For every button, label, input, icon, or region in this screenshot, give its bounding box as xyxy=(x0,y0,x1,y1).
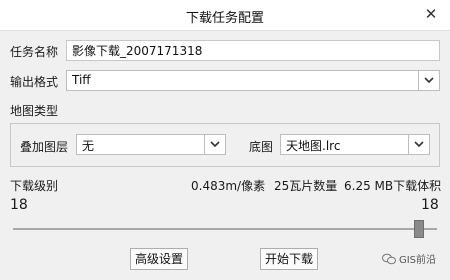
combo-separator xyxy=(204,135,205,154)
start-download-button[interactable]: 开始下载 xyxy=(260,248,318,270)
close-icon[interactable]: ✕ xyxy=(422,5,440,23)
overlay-layer-value: 无 xyxy=(82,139,95,153)
combo-separator xyxy=(408,135,409,154)
download-level-label: 下载级别 xyxy=(10,179,59,193)
base-map-select[interactable]: 天地图.lrc xyxy=(280,134,430,155)
level-slider-track[interactable] xyxy=(13,228,437,230)
base-map-label: 底图 xyxy=(249,140,274,154)
base-map-value: 天地图.lrc xyxy=(286,139,341,153)
watermark-text: GIS前沿 xyxy=(398,255,436,266)
output-format-value: Tiff xyxy=(72,73,91,87)
dialog-title: 下载任务配置 xyxy=(185,11,264,26)
chevron-down-icon[interactable] xyxy=(412,137,426,151)
download-task-dialog: 下载任务配置 ✕ 任务名称 输出格式 Tiff 地图类型 叠加图层 无 底图 天… xyxy=(0,0,450,280)
map-type-section-label: 地图类型 xyxy=(10,104,59,118)
title-bar: 下载任务配置 ✕ xyxy=(0,0,450,31)
overlay-layer-label: 叠加图层 xyxy=(20,140,69,154)
level-max-value: 18 xyxy=(421,197,439,213)
watermark: GIS前沿 xyxy=(381,251,436,266)
task-name-input[interactable] xyxy=(66,40,440,61)
chevron-down-icon[interactable] xyxy=(208,137,222,151)
resolution-text: 0.483m/像素 xyxy=(191,179,266,193)
wechat-icon xyxy=(381,253,396,265)
task-name-label: 任务名称 xyxy=(10,45,59,59)
output-format-label: 输出格式 xyxy=(10,75,59,89)
combo-separator xyxy=(418,71,419,90)
level-min-value: 18 xyxy=(10,197,28,213)
chevron-down-icon[interactable] xyxy=(422,73,436,87)
tile-count-text: 25瓦片数量 xyxy=(274,179,338,193)
level-slider-handle[interactable] xyxy=(414,220,424,238)
download-volume-text: 6.25 MB下载体积 xyxy=(344,179,442,193)
overlay-layer-select[interactable]: 无 xyxy=(76,134,226,155)
output-format-select[interactable]: Tiff xyxy=(66,70,440,91)
advanced-settings-button[interactable]: 高级设置 xyxy=(130,248,188,270)
